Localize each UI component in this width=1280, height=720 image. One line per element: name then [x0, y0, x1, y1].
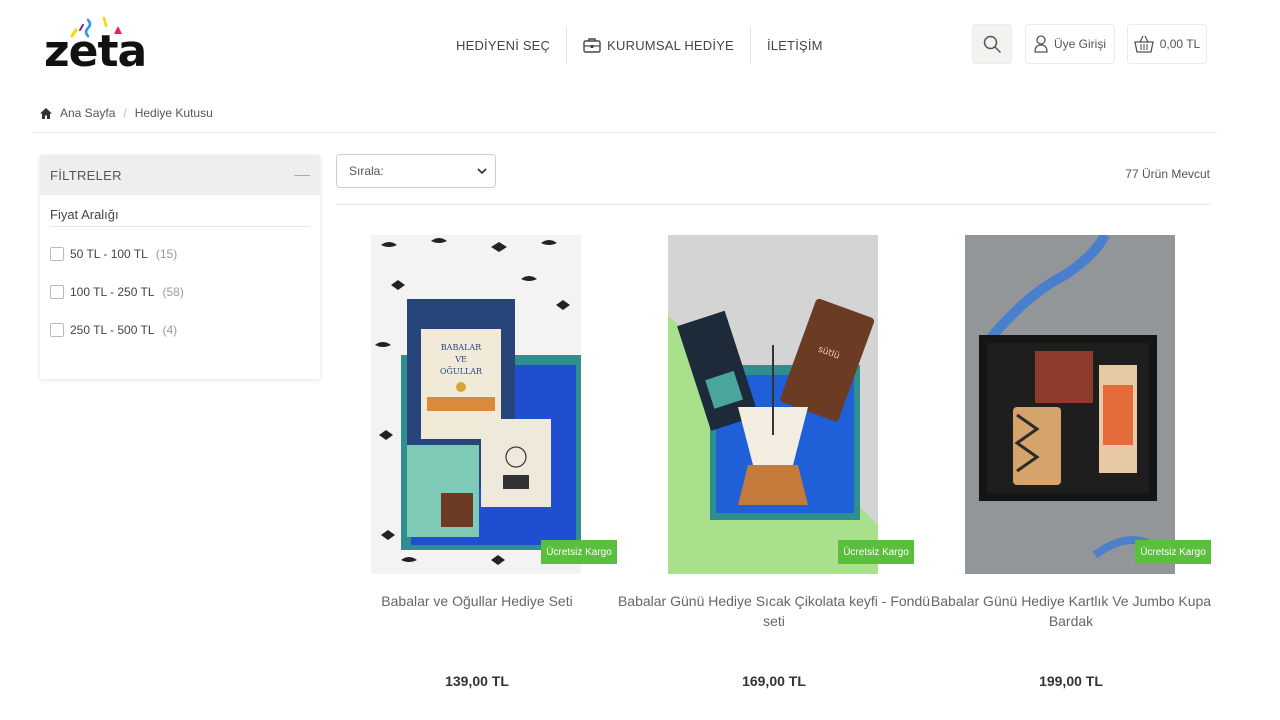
cart-button[interactable]: 0,00 TL [1127, 24, 1207, 64]
nav-item-kurumsal-hediye[interactable]: KURUMSAL HEDİYE [567, 26, 750, 64]
nav-item-hediyeni-sec[interactable]: HEDİYENİ SEÇ [440, 26, 566, 64]
filter-option-label: 250 TL - 500 TL [70, 323, 155, 337]
filter-option-label: 50 TL - 100 TL [70, 247, 148, 261]
search-button[interactable] [972, 24, 1012, 64]
divider [32, 132, 1218, 133]
product-card: Ücretsiz Kargo Babalar Günü Hediye Kartl… [931, 235, 1211, 705]
svg-text:OĞULLAR: OĞULLAR [440, 367, 483, 376]
filter-option[interactable]: 50 TL - 100 TL (15) [50, 235, 320, 273]
logo-text: zeta [44, 26, 147, 77]
checkbox[interactable] [50, 247, 64, 261]
user-icon [1034, 35, 1048, 53]
product-image[interactable]: sütlü [668, 235, 878, 574]
price-range-title: Fiyat Aralığı [50, 207, 310, 227]
breadcrumb-current: Hediye Kutusu [134, 106, 213, 120]
basket-icon [1133, 35, 1154, 53]
product-card: BABALAR VE OĞULLAR Ücretsiz Kargo Babala… [337, 235, 617, 705]
svg-text:BABALAR: BABALAR [441, 343, 482, 352]
product-photo-fondue-set: sütlü [668, 235, 878, 574]
product-count: 77 Ürün Mevcut [1125, 167, 1210, 181]
breadcrumb: Ana Sayfa / Hediye Kutusu [40, 106, 213, 120]
login-button[interactable]: Üye Girişi [1025, 24, 1115, 64]
product-photo-gift-box-book: BABALAR VE OĞULLAR [371, 235, 581, 574]
cart-total: 0,00 TL [1159, 37, 1201, 51]
product-image[interactable]: BABALAR VE OĞULLAR [371, 235, 581, 574]
product-image[interactable] [965, 235, 1175, 574]
login-label: Üye Girişi [1053, 37, 1106, 51]
filter-panel: FİLTRELER Fiyat Aralığı 50 TL - 100 TL (… [40, 155, 320, 379]
filter-option[interactable]: 100 TL - 250 TL (58) [50, 273, 320, 311]
svg-text:VE: VE [454, 355, 467, 364]
main-nav: HEDİYENİ SEÇ KURUMSAL HEDİYE İLETİŞİM [440, 26, 839, 64]
breadcrumb-home[interactable]: Ana Sayfa [60, 106, 115, 120]
product-price: 169,00 TL [742, 673, 806, 689]
search-icon [983, 35, 1001, 53]
product-photo-mug-cardholder [965, 235, 1175, 574]
filter-option-label: 100 TL - 250 TL [70, 285, 155, 299]
chevron-down-icon [477, 168, 487, 174]
product-price: 139,00 TL [445, 673, 509, 689]
filter-option[interactable]: 250 TL - 500 TL (4) [50, 311, 320, 349]
filter-option-count: (58) [162, 285, 184, 299]
collapse-icon[interactable] [294, 174, 310, 176]
product-price: 199,00 TL [1039, 673, 1103, 689]
filter-title: FİLTRELER [50, 167, 122, 183]
logo[interactable]: zeta [40, 14, 147, 78]
breadcrumb-separator: / [123, 106, 127, 120]
nav-item-label: İLETİŞİM [766, 37, 823, 53]
product-title[interactable]: Babalar ve Oğullar Hediye Seti [317, 591, 637, 611]
sort-label: Sırala: [349, 164, 384, 178]
sort-select[interactable]: Sırala: [336, 154, 496, 188]
divider [336, 204, 1210, 205]
free-shipping-badge: Ücretsiz Kargo [838, 540, 914, 564]
nav-item-iletisim[interactable]: İLETİŞİM [751, 26, 839, 64]
home-icon[interactable] [40, 107, 52, 119]
free-shipping-badge: Ücretsiz Kargo [1135, 540, 1211, 564]
filter-option-count: (4) [162, 323, 178, 337]
checkbox[interactable] [50, 285, 64, 299]
filter-option-count: (15) [155, 247, 178, 261]
nav-item-label: KURUMSAL HEDİYE [607, 37, 734, 53]
free-shipping-badge: Ücretsiz Kargo [541, 540, 617, 564]
nav-item-label: HEDİYENİ SEÇ [456, 37, 551, 53]
filter-header[interactable]: FİLTRELER [40, 155, 320, 195]
briefcase-icon [583, 38, 601, 53]
product-title[interactable]: Babalar Günü Hediye Kartlık Ve Jumbo Kup… [911, 591, 1231, 631]
product-title[interactable]: Babalar Günü Hediye Sıcak Çikolata keyfi… [614, 591, 934, 631]
checkbox[interactable] [50, 323, 64, 337]
product-card: sütlü Ücretsiz Kargo Babalar Günü Hediye… [618, 235, 930, 705]
